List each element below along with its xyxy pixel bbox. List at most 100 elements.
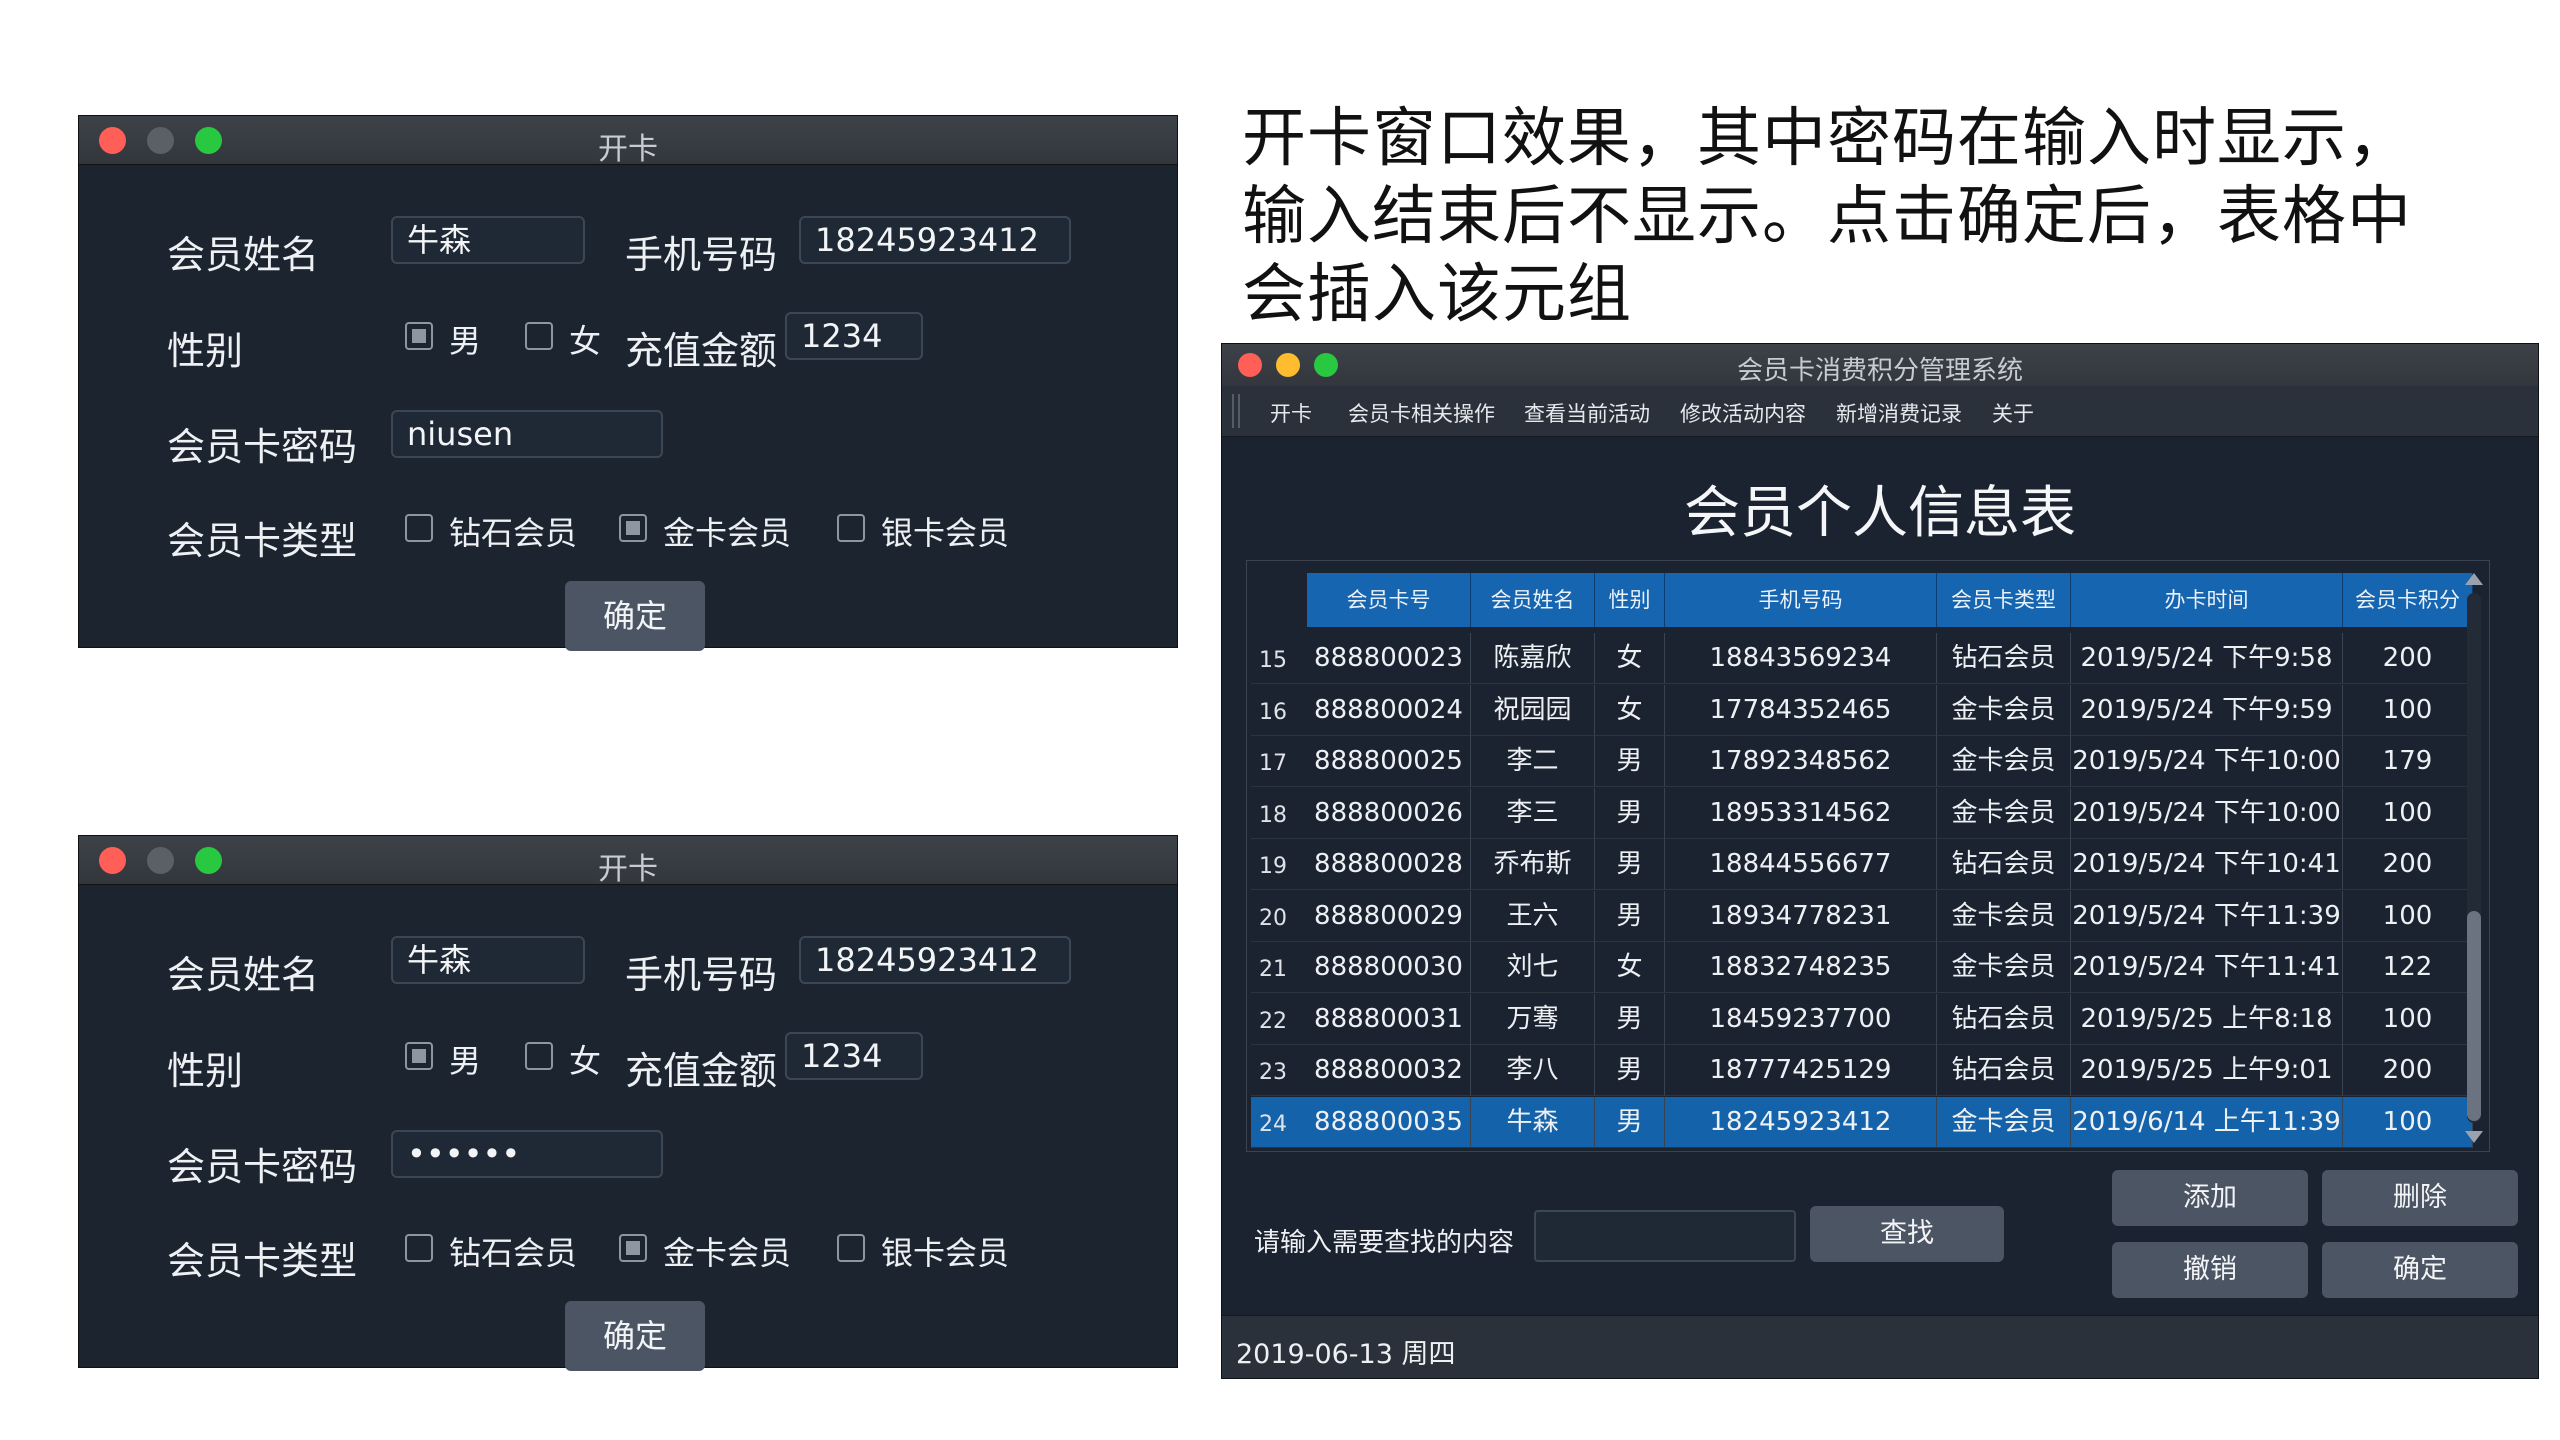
column-header-open-time[interactable]: 办卡时间 [2071,573,2343,627]
menu-open-card[interactable]: 开卡 [1270,398,1312,428]
ok-button[interactable]: 确定 [565,581,705,651]
menu-current-activity[interactable]: 查看当前活动 [1524,398,1650,428]
cell-open-time[interactable]: 2019/5/24 下午11:39 [2071,891,2343,942]
cell-points[interactable]: 100 [2343,788,2473,839]
diamond-checkbox[interactable] [405,1234,433,1262]
cell-card-no[interactable]: 888800023 [1307,633,1471,684]
cell-open-time[interactable]: 2019/5/25 上午8:18 [2071,994,2343,1045]
cell-phone[interactable]: 18459237700 [1665,994,1937,1045]
cell-card-type[interactable]: 金卡会员 [1937,891,2071,942]
cell-name[interactable]: 牛森 [1471,1097,1595,1148]
cell-card-no[interactable]: 888800030 [1307,942,1471,993]
silver-checkbox[interactable] [837,1234,865,1262]
cell-gender[interactable]: 男 [1595,1097,1665,1148]
cell-open-time[interactable]: 2019/5/24 下午10:00 [2071,736,2343,787]
cell-points[interactable]: 100 [2343,891,2473,942]
vertical-scrollbar[interactable] [2463,573,2485,1143]
scroll-down-arrow-icon[interactable] [2465,1131,2483,1143]
silver-checkbox[interactable] [837,514,865,542]
cell-card-type[interactable]: 钻石会员 [1937,1045,2071,1096]
cell-phone[interactable]: 18843569234 [1665,633,1937,684]
cell-points[interactable]: 100 [2343,685,2473,736]
row-number[interactable]: 22 [1251,994,1307,1045]
cell-name[interactable]: 刘七 [1471,942,1595,993]
cell-gender[interactable]: 男 [1595,994,1665,1045]
column-header-card-type[interactable]: 会员卡类型 [1937,573,2071,627]
cell-card-type[interactable]: 钻石会员 [1937,839,2071,890]
row-number[interactable]: 23 [1251,1045,1307,1096]
cell-gender[interactable]: 男 [1595,891,1665,942]
row-number[interactable]: 18 [1251,788,1307,839]
column-header-gender[interactable]: 性别 [1595,573,1665,627]
cell-card-no[interactable]: 888800029 [1307,891,1471,942]
male-checkbox[interactable] [405,322,433,350]
scroll-up-arrow-icon[interactable] [2465,573,2483,585]
female-checkbox[interactable] [525,1042,553,1070]
cell-name[interactable]: 祝园园 [1471,685,1595,736]
cell-card-type[interactable]: 金卡会员 [1937,685,2071,736]
cell-name[interactable]: 乔布斯 [1471,839,1595,890]
cell-card-no[interactable]: 888800031 [1307,994,1471,1045]
cell-gender[interactable]: 男 [1595,736,1665,787]
cell-card-type[interactable]: 钻石会员 [1937,994,2071,1045]
member-table[interactable]: 会员卡号 会员姓名 性别 手机号码 会员卡类型 办卡时间 会员卡积分 15 888… [1246,560,2490,1152]
row-number[interactable]: 19 [1251,839,1307,890]
search-input[interactable] [1534,1210,1796,1262]
amount-input[interactable]: 1234 [785,312,923,360]
cell-points[interactable]: 200 [2343,633,2473,684]
cell-gender[interactable]: 男 [1595,788,1665,839]
scroll-thumb[interactable] [2467,911,2481,1121]
row-number[interactable]: 24 [1251,1097,1307,1148]
male-checkbox[interactable] [405,1042,433,1070]
cell-name[interactable]: 李三 [1471,788,1595,839]
cell-points[interactable]: 122 [2343,942,2473,993]
cell-card-no[interactable]: 888800025 [1307,736,1471,787]
gold-checkbox[interactable] [619,1234,647,1262]
password-input[interactable]: •••••• [391,1130,663,1178]
cell-open-time[interactable]: 2019/5/25 上午9:01 [2071,1045,2343,1096]
delete-button[interactable]: 删除 [2322,1170,2518,1226]
column-header-name[interactable]: 会员姓名 [1471,573,1595,627]
name-input[interactable]: 牛森 [391,936,585,984]
cell-card-type[interactable]: 金卡会员 [1937,788,2071,839]
cell-open-time[interactable]: 2019/5/24 下午9:59 [2071,685,2343,736]
row-number[interactable]: 15 [1251,633,1307,684]
password-input[interactable]: niusen [391,410,663,458]
cell-phone[interactable]: 18832748235 [1665,942,1937,993]
cell-card-no[interactable]: 888800035 [1307,1097,1471,1148]
row-number[interactable]: 16 [1251,685,1307,736]
cell-gender[interactable]: 男 [1595,1045,1665,1096]
ok-button[interactable]: 确定 [565,1301,705,1371]
cell-open-time[interactable]: 2019/5/24 下午11:41 [2071,942,2343,993]
cell-phone[interactable]: 17784352465 [1665,685,1937,736]
cell-phone[interactable]: 18777425129 [1665,1045,1937,1096]
cell-open-time[interactable]: 2019/6/14 上午11:39 [2071,1097,2343,1148]
cell-card-type[interactable]: 金卡会员 [1937,736,2071,787]
row-number[interactable]: 20 [1251,891,1307,942]
diamond-checkbox[interactable] [405,514,433,542]
confirm-button[interactable]: 确定 [2322,1242,2518,1298]
cell-name[interactable]: 李八 [1471,1045,1595,1096]
cell-card-type[interactable]: 金卡会员 [1937,1097,2071,1148]
cell-name[interactable]: 陈嘉欣 [1471,633,1595,684]
cell-card-no[interactable]: 888800028 [1307,839,1471,890]
cell-name[interactable]: 王六 [1471,891,1595,942]
toolbar-grip[interactable] [1232,394,1240,428]
cell-open-time[interactable]: 2019/5/24 下午10:41 [2071,839,2343,890]
cell-phone[interactable]: 18844556677 [1665,839,1937,890]
menu-new-consumption[interactable]: 新增消费记录 [1836,398,1962,428]
cell-card-no[interactable]: 888800026 [1307,788,1471,839]
cell-gender[interactable]: 男 [1595,839,1665,890]
cell-points[interactable]: 200 [2343,1045,2473,1096]
menu-card-operations[interactable]: 会员卡相关操作 [1348,398,1495,428]
menu-about[interactable]: 关于 [1992,398,2034,428]
cell-card-type[interactable]: 钻石会员 [1937,633,2071,684]
cell-name[interactable]: 李二 [1471,736,1595,787]
row-number[interactable]: 17 [1251,736,1307,787]
menu-edit-activity[interactable]: 修改活动内容 [1680,398,1806,428]
undo-button[interactable]: 撤销 [2112,1242,2308,1298]
cell-phone[interactable]: 18245923412 [1665,1097,1937,1148]
name-input[interactable]: 牛森 [391,216,585,264]
cell-phone[interactable]: 17892348562 [1665,736,1937,787]
cell-open-time[interactable]: 2019/5/24 下午10:00 [2071,788,2343,839]
